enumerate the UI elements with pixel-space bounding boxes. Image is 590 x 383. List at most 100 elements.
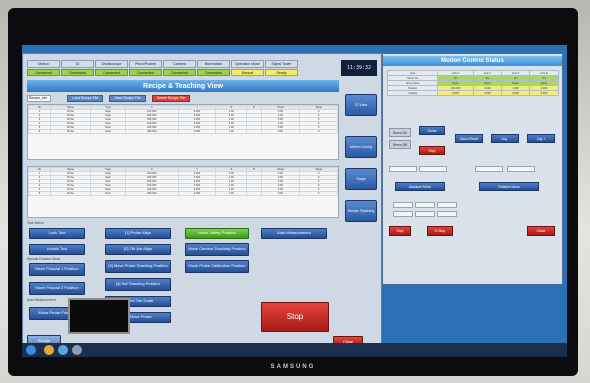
home-button[interactable]: Home (419, 126, 445, 135)
speed-field-5[interactable] (415, 211, 435, 217)
delete-recipe-button[interactable]: Delete Recipe File (151, 94, 191, 102)
brand-logo: SAMSUNG (270, 364, 316, 370)
alarm-reset-button[interactable]: Alarm Reset (455, 134, 483, 143)
motion-stop-button[interactable]: Stop (419, 146, 445, 155)
jog-minus-button[interactable]: Jog - (491, 134, 519, 143)
table-cell: 0.00 (260, 191, 301, 196)
screen: Motion IO Oscilloscope Piezo/Probes Came… (22, 45, 567, 357)
save-recipe-button[interactable]: Save Recipe File (109, 94, 146, 102)
table-cell: Scan (89, 129, 126, 134)
table-cell: 300.000 (124, 129, 179, 134)
browser-icon[interactable] (58, 345, 68, 355)
e-stop-button[interactable]: E-Stop (427, 226, 453, 236)
set-teaching-button[interactable]: [4] Set Teaching Position (105, 278, 171, 291)
move-probe-teaching-button[interactable]: [3] Move Probe Teaching Position (105, 260, 171, 273)
status-tab-operation-mode[interactable]: Operation Mode (231, 60, 264, 68)
motion-cell: Velocity (386, 90, 439, 96)
target-field-2[interactable] (419, 166, 447, 172)
load-recipe-button[interactable]: Load Recipe File (67, 94, 104, 102)
move-fiducial-2-button[interactable]: Move Fiducial 2 Position (29, 282, 85, 295)
speed-field-1[interactable] (393, 202, 413, 208)
speed-field-4[interactable] (393, 211, 413, 217)
page-title: Recipe & Teaching View (27, 80, 339, 92)
start-icon[interactable] (26, 345, 36, 355)
folder-icon[interactable] (44, 345, 54, 355)
app-icon[interactable] (72, 345, 82, 355)
side-button-recipe-teaching[interactable]: Recipe Teaching (345, 200, 377, 222)
probe-align-button[interactable]: [1] Probe Align (105, 228, 171, 239)
status-badge-illumination: Connected (197, 69, 230, 76)
jog-plus-button[interactable]: Jog + (527, 134, 555, 143)
status-badge-mode: Manual (231, 69, 264, 76)
table-row[interactable]: 6 Probe Scan 300.000 3.000 1.00-0.00 0 (28, 129, 338, 134)
table-cell: - (246, 191, 262, 196)
status-tab-io[interactable]: IO (61, 60, 94, 68)
status-badge-camera: Connected (163, 69, 196, 76)
table-cell: 3.000 (177, 191, 217, 196)
status-tab-piezo[interactable]: Piezo/Probes (129, 60, 162, 68)
side-button-motion-config[interactable]: Motion Config (345, 136, 377, 158)
unlock-tool-button[interactable]: Unlock Tool (29, 244, 85, 255)
move-safety-button[interactable]: Move Safety Position (185, 228, 249, 239)
table-cell: 0 (299, 191, 338, 196)
special-position-label: Special Position Move (27, 257, 61, 261)
teaching-table-bottom[interactable]: No Name Type X Y Z R Theta Value 1 Probe Align 100.… (27, 166, 339, 218)
motion-row: Velocity 0.000 0.000 0.000 0.000 (386, 90, 559, 96)
status-badge-oscilloscope: Connected (95, 69, 128, 76)
table-row[interactable]: 6 Probe Scan 300.000 3.000 1.00-0.00 0 (28, 191, 338, 196)
motion-close-button[interactable]: Close (527, 226, 555, 236)
speed-field-6[interactable] (437, 211, 457, 217)
preview-thumbnail (68, 298, 130, 334)
status-tab-camera[interactable]: Camera (163, 60, 196, 68)
status-tab-motion[interactable]: Motion (27, 60, 60, 68)
auto-measurement-button[interactable]: Auto Measurement (261, 228, 327, 239)
table-cell: 0.00 (260, 129, 301, 134)
speed-field-3[interactable] (437, 202, 457, 208)
servo-on-button[interactable]: Servo On (389, 128, 411, 137)
motion-cell: 0.000 (437, 90, 474, 96)
motion-status-table: Axis Axis X Axis Y Axis Z Axis R Servo On On On… (386, 70, 559, 96)
motion-cell: 0.000 (472, 90, 503, 96)
side-button-io-view[interactable]: IO View (345, 94, 377, 116)
all-stop-button[interactable]: Stop (389, 226, 411, 236)
table-cell: 3.000 (177, 129, 217, 134)
recipe-select[interactable]: Recipe_xxx (27, 94, 51, 102)
target-field-4[interactable] (507, 166, 535, 172)
relative-move-button[interactable]: Relative Move (479, 182, 539, 191)
taskbar (22, 343, 567, 357)
table-cell: 6 (28, 129, 51, 134)
table-cell: Probe (49, 129, 91, 134)
status-badge-io: Connected (61, 69, 94, 76)
status-badge-piezo: Connected (129, 69, 162, 76)
teaching-table-top[interactable]: No Name Type X Y Z R Theta Value 1 Probe Align 100.… (27, 104, 339, 160)
table-cell: 1.00 (215, 191, 248, 196)
status-tab-signal-tower[interactable]: Signal Tower (265, 60, 298, 68)
auto-measurement-label: Auto Measurement (27, 298, 56, 302)
status-badge-motion: Connected (27, 69, 60, 76)
target-field-1[interactable] (389, 166, 417, 172)
table-cell: 6 (28, 191, 51, 196)
table-cell: 0 (299, 129, 338, 134)
status-tab-illumination[interactable]: Illumination (197, 60, 230, 68)
status-value-row: Connected Connected Connected Connected … (27, 69, 298, 76)
move-probe-calibration-button[interactable]: Move Probe Calibration Position (185, 260, 249, 273)
move-fiducial-1-button[interactable]: Move Fiducial 1 Position (29, 263, 85, 276)
motion-control-window: Motion Control Status Axis Axis X Axis Y Ax… (382, 53, 563, 285)
table-cell: Probe (49, 191, 91, 196)
side-button-stage[interactable]: Stage (345, 168, 377, 190)
status-tab-oscilloscope[interactable]: Oscilloscope (95, 60, 128, 68)
absolute-move-button[interactable]: Absolute Move (395, 182, 445, 191)
motion-cell: 0.000 (501, 90, 531, 96)
lock-tool-button[interactable]: Lock Tool (29, 228, 85, 239)
target-field-3[interactable] (475, 166, 503, 172)
table-cell: 300.000 (124, 191, 179, 196)
table-cell: 1.00 (215, 129, 248, 134)
servo-off-button[interactable]: Servo Off (389, 140, 411, 149)
speed-field-2[interactable] (415, 202, 435, 208)
move-camera-teaching-button[interactable]: Move Camera Teaching Position (185, 243, 249, 256)
motion-title: Motion Control Status (383, 56, 562, 66)
tool-select-label: Tool Select (27, 221, 44, 225)
stop-button[interactable]: Stop (261, 302, 329, 332)
tilt-align-button[interactable]: [2] Tilt Job Align (105, 244, 171, 255)
status-badge-signal: Ready (265, 69, 298, 76)
